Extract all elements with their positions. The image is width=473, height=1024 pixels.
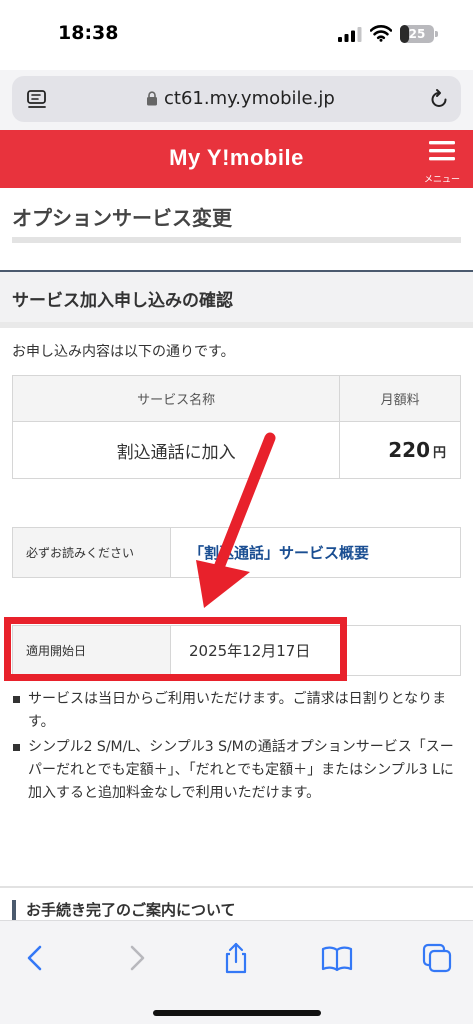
menu-label: メニュー xyxy=(423,175,460,185)
forward-icon[interactable] xyxy=(120,941,154,975)
section-header: サービス加入申し込みの確認 xyxy=(0,270,473,322)
brand-logo[interactable]: My Y!mobile xyxy=(0,145,473,171)
price-cell: 220 円 xyxy=(339,421,461,479)
column-header-service-name: サービス名称 xyxy=(11,375,341,422)
red-arrow-annotation-icon xyxy=(196,432,276,608)
list-item: シンプル2 S/M/L、シンプル3 S/Mの通話オプションサービス「スーパーだれ… xyxy=(12,736,461,805)
share-icon[interactable] xyxy=(219,941,253,975)
browser-address-area: ct61.my.ymobile.jp xyxy=(0,70,473,130)
notes-list: サービスは当日からご利用いただけます。ご請求は日割りとなります。 シンプル2 S… xyxy=(12,688,461,807)
reload-icon[interactable] xyxy=(428,88,450,110)
browser-toolbar xyxy=(0,920,473,1024)
highlight-annotation-box xyxy=(4,617,347,681)
column-header-monthly-fee: 月額料 xyxy=(339,375,461,422)
home-indicator xyxy=(153,1010,321,1016)
menu-button[interactable]: メニュー xyxy=(420,138,464,185)
service-name-cell: 割込通話に加入 xyxy=(11,421,341,479)
signal-icon xyxy=(338,27,362,42)
price-unit: 円 xyxy=(432,446,446,461)
address-bar[interactable]: ct61.my.ymobile.jp xyxy=(12,76,461,122)
hamburger-icon xyxy=(429,141,455,161)
battery-cap xyxy=(435,31,438,37)
battery-icon: 25 xyxy=(400,25,434,43)
url-text[interactable]: ct61.my.ymobile.jp xyxy=(164,88,335,109)
status-bar: 18:38 25 xyxy=(0,0,473,70)
site-header: My Y!mobile メニュー xyxy=(0,130,473,188)
wifi-icon xyxy=(370,25,392,42)
tabs-icon[interactable] xyxy=(420,941,454,975)
page-title: オプションサービス変更 xyxy=(12,206,232,230)
status-time: 18:38 xyxy=(58,22,119,44)
intro-text: お申し込み内容は以下の通りです。 xyxy=(12,344,235,360)
back-icon[interactable] xyxy=(18,941,52,975)
section-title: サービス加入申し込みの確認 xyxy=(12,291,233,311)
page-title-area: オプションサービス変更 xyxy=(0,188,473,270)
bookmarks-icon[interactable] xyxy=(320,941,354,975)
must-read-label: 必ずお読みください xyxy=(12,527,171,578)
battery-percent: 25 xyxy=(408,27,426,41)
list-item: サービスは当日からご利用いただけます。ご請求は日割りとなります。 xyxy=(12,688,461,734)
price-value: 220 xyxy=(388,438,430,462)
lock-icon xyxy=(147,91,157,106)
section-divider xyxy=(0,322,473,328)
table-header-row: サービス名称 月額料 xyxy=(11,375,461,422)
footer-divider xyxy=(0,886,473,888)
footer-section-title: お手続き完了のご案内について xyxy=(26,901,236,919)
title-divider xyxy=(12,237,461,243)
footer-section-heading: お手続き完了のご案内について xyxy=(12,900,461,920)
page-menu-icon[interactable] xyxy=(26,89,48,111)
